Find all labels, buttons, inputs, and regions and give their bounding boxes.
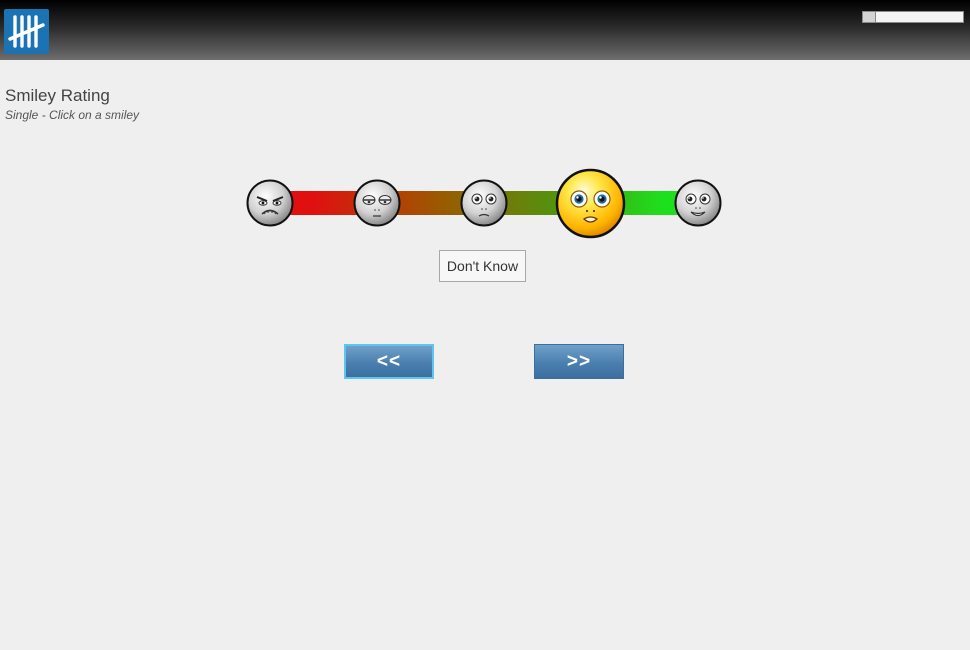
back-button[interactable]: <<: [344, 344, 434, 379]
sleepy-smiley-icon[interactable]: [353, 179, 401, 227]
grinning-smiley-icon[interactable]: [674, 179, 722, 227]
next-button[interactable]: >>: [534, 344, 624, 379]
smiley-rating-scale: Don't Know: [0, 0, 970, 282]
dont-know-button[interactable]: Don't Know: [439, 250, 526, 282]
happy-smiley-icon[interactable]: [555, 168, 626, 239]
angry-smiley-icon[interactable]: [246, 179, 294, 227]
neutral-smiley-icon[interactable]: [460, 179, 508, 227]
